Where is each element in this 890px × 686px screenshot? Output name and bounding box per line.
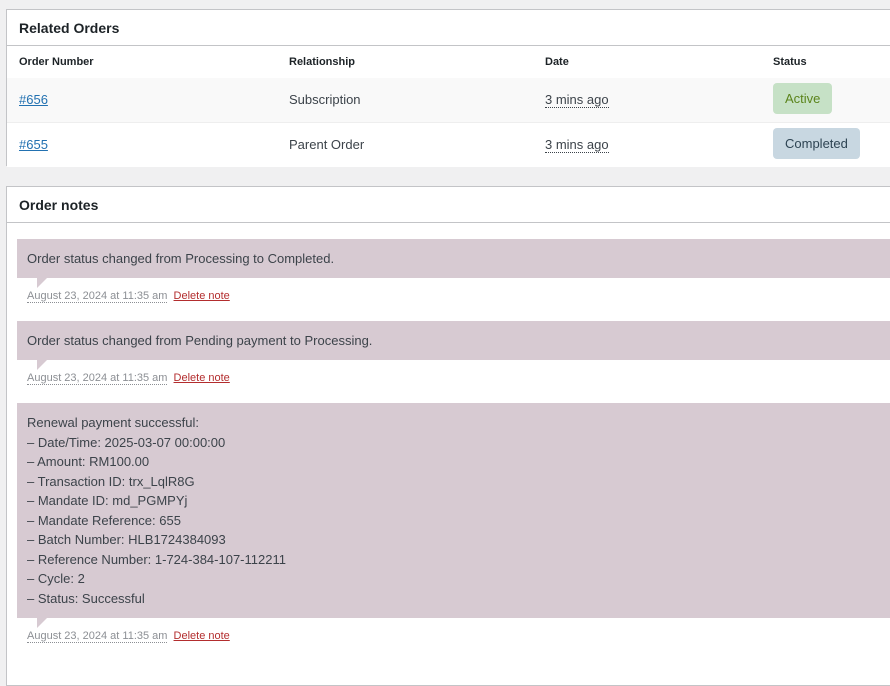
order-note: Renewal payment successful: – Date/Time:… <box>17 403 890 643</box>
note-line: – Batch Number: HLB1724384093 <box>27 532 226 547</box>
date-cell: 3 mins ago <box>545 92 609 108</box>
order-notes-title: Order notes <box>7 187 890 223</box>
order-link-656[interactable]: #656 <box>19 92 48 107</box>
note-line: – Status: Successful <box>27 590 145 606</box>
status-badge-active: Active <box>773 83 833 114</box>
note-line: – Date/Time: 2025-03-07 00:00:00 <box>27 434 226 450</box>
date-cell: 3 mins ago <box>545 137 609 153</box>
note-line: – Mandate Reference: 655 <box>27 512 181 528</box>
delete-note-link[interactable]: Delete note <box>174 290 230 302</box>
related-orders-panel: Related Orders Order Number Relationship… <box>6 9 890 167</box>
header-date: Date <box>545 56 569 68</box>
note-meta: August 23, 2024 at 11:35 am Delete note <box>17 630 890 643</box>
header-order-number: Order Number <box>19 56 94 68</box>
relationship-cell: Subscription <box>289 92 361 107</box>
note-meta: August 23, 2024 at 11:35 am Delete note <box>17 290 890 303</box>
note-line: Order status changed from Pending paymen… <box>27 333 373 348</box>
order-note: Order status changed from Processing to … <box>17 239 890 303</box>
note-line: – Cycle: 2 <box>27 571 85 586</box>
delete-note-link[interactable]: Delete note <box>174 372 230 384</box>
note-content: Order status changed from Pending paymen… <box>17 321 890 370</box>
table-row: #655 Parent Order 3 mins ago Completed <box>7 123 890 167</box>
note-line: Order status changed from Processing to … <box>27 251 335 266</box>
delete-note-link[interactable]: Delete note <box>174 630 230 642</box>
note-line: – Amount: RM100.00 <box>27 454 150 469</box>
note-date: August 23, 2024 at 11:35 am <box>27 630 168 643</box>
note-content: Order status changed from Processing to … <box>17 239 890 288</box>
note-date: August 23, 2024 at 11:35 am <box>27 372 168 385</box>
header-status: Status <box>773 56 807 68</box>
header-relationship: Relationship <box>289 56 356 68</box>
note-meta: August 23, 2024 at 11:35 am Delete note <box>17 372 890 385</box>
order-notes-panel: Order notes Order status changed from Pr… <box>6 186 890 686</box>
table-header: Order Number Relationship Date Status <box>7 46 890 78</box>
relationship-cell: Parent Order <box>289 137 365 152</box>
note-line: – Mandate ID: md_PGMPYj <box>27 493 188 508</box>
order-link-655[interactable]: #655 <box>19 137 48 152</box>
note-content: Renewal payment successful: – Date/Time:… <box>17 403 890 628</box>
status-badge-completed: Completed <box>773 128 860 159</box>
table-row: #656 Subscription 3 mins ago Active <box>7 78 890 123</box>
related-orders-title: Related Orders <box>7 10 890 46</box>
note-line: – Reference Number: 1-724-384-107-112211 <box>27 551 286 567</box>
note-line: Renewal payment successful: <box>27 415 199 430</box>
note-date: August 23, 2024 at 11:35 am <box>27 290 168 303</box>
note-line: – Transaction ID: trx_LqlR8G <box>27 473 195 489</box>
order-note: Order status changed from Pending paymen… <box>17 321 890 385</box>
